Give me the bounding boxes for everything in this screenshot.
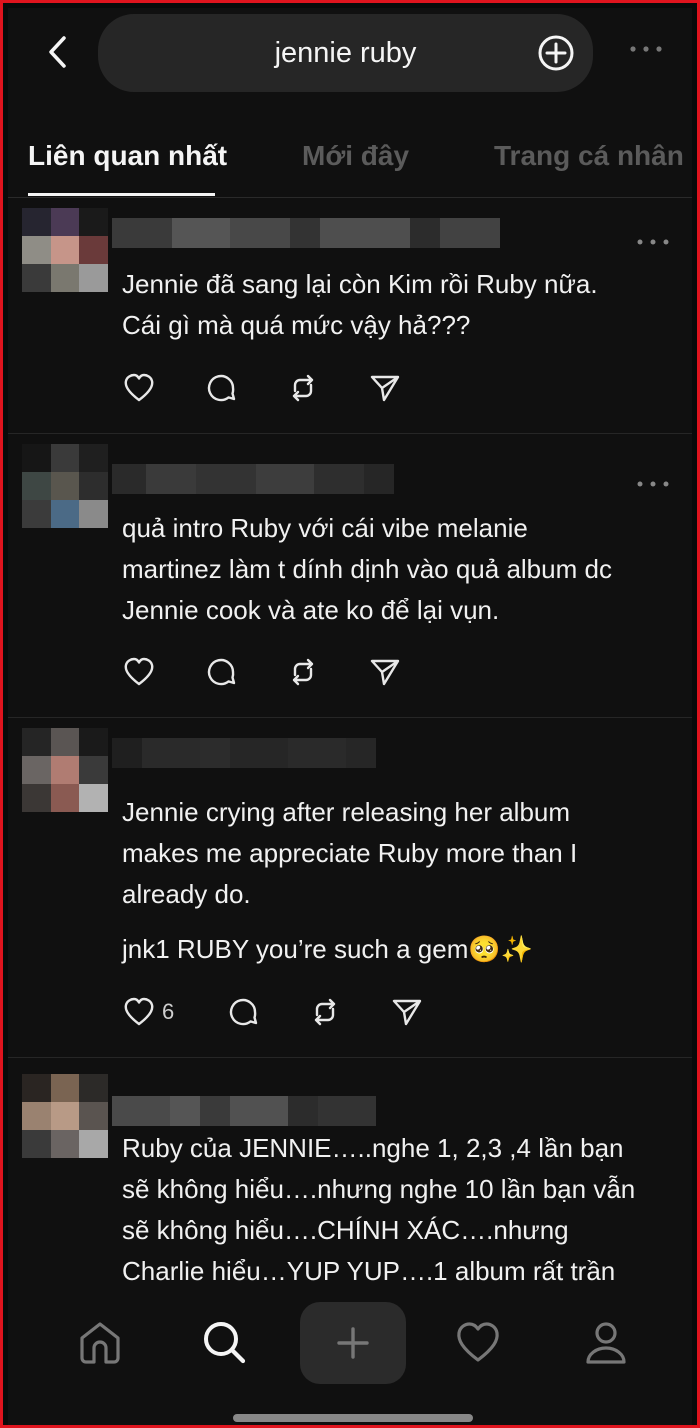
post-2[interactable]: quả intro Ruby với cái vibe melanie mart… xyxy=(8,434,692,718)
tab-recent[interactable]: Mới đây xyxy=(302,140,409,172)
tab-most-relevant[interactable]: Liên quan nhất xyxy=(28,140,227,172)
send-icon xyxy=(370,659,400,686)
post-actions xyxy=(122,368,450,408)
active-tab-indicator xyxy=(28,193,215,196)
post-line: already do. xyxy=(122,879,251,909)
bottom-navigation xyxy=(8,1298,692,1425)
reply-button[interactable] xyxy=(204,368,286,408)
more-horizontal-icon xyxy=(630,46,662,52)
post-line: Jennie crying after releasing her album xyxy=(122,797,571,827)
post-line: Ruby của JENNIE…..nghe 1, 2,3 ,4 lần bạn xyxy=(122,1133,624,1163)
post-more-button[interactable] xyxy=(636,476,670,487)
username-redacted[interactable] xyxy=(112,218,500,248)
chevron-left-icon xyxy=(49,36,66,68)
post-line: sẽ không hiểu….CHÍNH XÁC….nhưng xyxy=(122,1215,569,1245)
tab-profiles[interactable]: Trang cá nhân xyxy=(494,140,684,172)
post-actions: 6 xyxy=(122,992,472,1032)
search-query[interactable]: jennie ruby xyxy=(98,14,533,92)
repost-icon xyxy=(292,374,314,402)
like-button[interactable]: 6 xyxy=(122,992,226,1032)
post-tagline: jnk1 RUBY you’re such a gem🥺✨ xyxy=(122,934,534,964)
avatar[interactable] xyxy=(22,208,108,292)
like-button[interactable] xyxy=(122,368,204,408)
repost-icon xyxy=(292,658,314,686)
username-redacted[interactable] xyxy=(112,738,376,768)
create-icon xyxy=(337,1327,369,1359)
comment-icon xyxy=(207,374,236,402)
share-button[interactable] xyxy=(390,992,472,1032)
nav-search[interactable] xyxy=(194,1312,254,1372)
post-3[interactable]: Jennie crying after releasing her album … xyxy=(8,718,692,1058)
send-icon xyxy=(370,375,400,402)
post-line: Charlie hiểu…YUP YUP….1 album rất trần xyxy=(122,1256,616,1286)
like-count: 6 xyxy=(162,999,175,1024)
post-line: Jennie đã sang lại còn Kim rồi Ruby nữa. xyxy=(122,269,598,299)
nav-activity[interactable] xyxy=(448,1312,508,1372)
repost-button[interactable] xyxy=(286,652,368,692)
app-screen: jennie ruby Liên quan nhất Mới đây Trang… xyxy=(8,8,692,1425)
home-icon xyxy=(80,1322,120,1364)
home-indicator xyxy=(233,1414,473,1422)
search-icon xyxy=(204,1322,246,1364)
repost-button[interactable] xyxy=(286,368,368,408)
post-line: quả intro Ruby với cái vibe melanie xyxy=(122,513,528,543)
repost-icon xyxy=(314,998,336,1026)
share-button[interactable] xyxy=(368,368,450,408)
username-redacted[interactable] xyxy=(112,464,394,494)
nav-home[interactable] xyxy=(70,1312,130,1372)
back-button[interactable] xyxy=(36,30,80,74)
post-more-button[interactable] xyxy=(636,234,670,245)
reply-button[interactable] xyxy=(226,992,308,1032)
more-options-button[interactable] xyxy=(628,42,664,54)
add-search-button[interactable] xyxy=(537,34,575,72)
nav-profile[interactable] xyxy=(576,1312,636,1372)
post-line: sẽ không hiểu….nhưng nghe 10 lần bạn vẫn xyxy=(122,1174,636,1204)
reply-button[interactable] xyxy=(204,652,286,692)
post-1[interactable]: Jennie đã sang lại còn Kim rồi Ruby nữa.… xyxy=(8,198,692,434)
post-text: Jennie crying after releasing her album … xyxy=(122,792,668,970)
avatar[interactable] xyxy=(22,728,108,812)
share-button[interactable] xyxy=(368,652,450,692)
nav-create[interactable] xyxy=(300,1302,406,1384)
username-redacted[interactable] xyxy=(112,1096,376,1126)
like-button[interactable] xyxy=(122,652,204,692)
plus-circle-icon xyxy=(538,35,574,71)
screen-frame: jennie ruby Liên quan nhất Mới đây Trang… xyxy=(0,0,700,1428)
heart-icon xyxy=(124,997,154,1026)
heart-icon xyxy=(124,373,154,402)
send-icon xyxy=(392,999,422,1026)
search-bar[interactable]: jennie ruby xyxy=(98,14,593,92)
post-line: Jennie cook và ate ko để lại vụn. xyxy=(122,595,500,625)
post-text: Jennie đã sang lại còn Kim rồi Ruby nữa.… xyxy=(122,264,668,346)
avatar[interactable] xyxy=(22,1074,108,1158)
post-4[interactable]: Ruby của JENNIE…..nghe 1, 2,3 ,4 lần bạn… xyxy=(8,1058,692,1298)
more-horizontal-icon xyxy=(637,239,669,245)
post-line: martinez làm t dính dịnh vào quả album d… xyxy=(122,554,612,584)
post-line: makes me appreciate Ruby more than I xyxy=(122,838,578,868)
activity-icon xyxy=(457,1322,499,1362)
heart-icon xyxy=(124,657,154,686)
post-text: quả intro Ruby với cái vibe melanie mart… xyxy=(122,508,668,631)
tab-bar: Liên quan nhất Mới đây Trang cá nhân xyxy=(8,118,692,198)
post-actions xyxy=(122,652,450,692)
post-line: Cái gì mà quá mức vậy hả??? xyxy=(122,310,471,340)
repost-button[interactable] xyxy=(308,992,390,1032)
post-text: Ruby của JENNIE…..nghe 1, 2,3 ,4 lần bạn… xyxy=(122,1128,668,1292)
avatar[interactable] xyxy=(22,444,108,528)
comment-icon xyxy=(207,658,236,686)
more-horizontal-icon xyxy=(637,481,669,487)
comment-icon xyxy=(229,998,258,1026)
profile-icon xyxy=(586,1322,626,1364)
